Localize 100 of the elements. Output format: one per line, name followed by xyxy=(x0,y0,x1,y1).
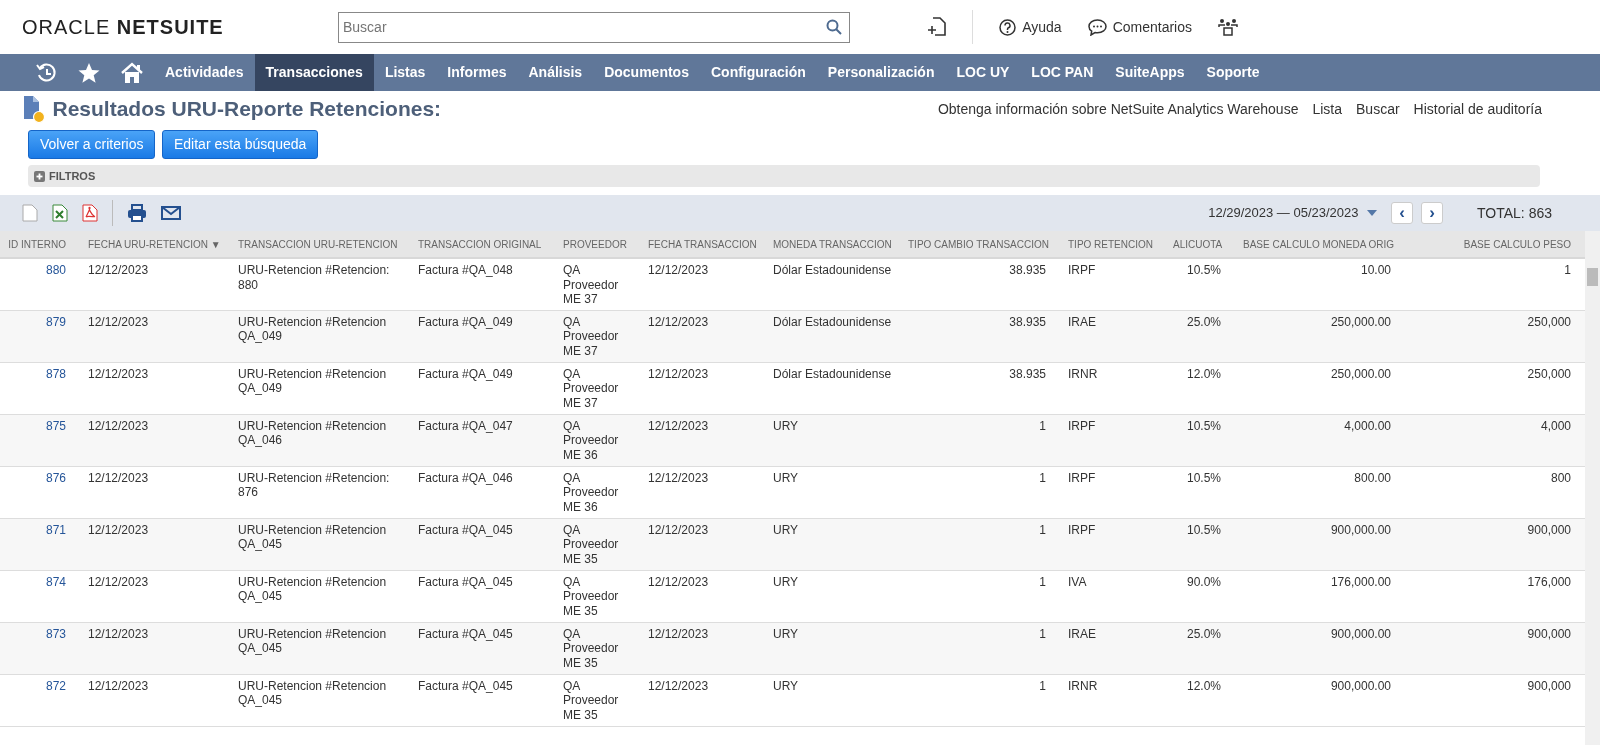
table-cell: URU-Retencion #Retencion QA_045 xyxy=(230,570,410,622)
table-cell: 12/12/2023 xyxy=(80,674,230,726)
nav-tab[interactable]: Personalización xyxy=(816,54,946,91)
people-icon[interactable] xyxy=(1218,18,1238,36)
table-cell: Dólar Estadounidense xyxy=(765,310,900,362)
help-link[interactable]: Ayuda xyxy=(999,16,1062,38)
column-header[interactable]: TIPO CAMBIO TRANSACCION xyxy=(900,231,1060,258)
table-cell: 12/12/2023 xyxy=(640,258,765,310)
nav-tab[interactable]: Listas xyxy=(373,54,437,91)
id-link[interactable]: 871 xyxy=(45,522,66,537)
nav-tab[interactable]: Configuración xyxy=(699,54,817,91)
column-header[interactable]: FECHA TRANSACCION xyxy=(640,231,765,258)
nav-tab[interactable]: LOC UY xyxy=(945,54,1021,91)
table-cell: 1 xyxy=(900,622,1060,674)
search-icon[interactable] xyxy=(826,18,842,35)
id-link[interactable]: 872 xyxy=(45,678,66,693)
table-cell: QA Proveedor ME 35 xyxy=(555,570,640,622)
column-header[interactable]: TRANSACCION URU-RETENCION xyxy=(230,231,410,258)
scrollbar[interactable] xyxy=(1585,231,1600,745)
nav-tab[interactable]: Soporte xyxy=(1195,54,1271,91)
previous-page-button[interactable]: ‹ xyxy=(1391,202,1414,224)
table-cell: 1 xyxy=(900,518,1060,570)
table-cell: 12/12/2023 xyxy=(80,310,230,362)
id-link[interactable]: 875 xyxy=(45,418,66,433)
total-count: TOTAL: 863 xyxy=(1477,203,1552,223)
column-header[interactable]: PROVEEDOR xyxy=(555,231,640,258)
id-link[interactable]: 874 xyxy=(45,574,66,589)
nav-tab[interactable]: LOC PAN xyxy=(1020,54,1105,91)
column-header[interactable]: MONEDA TRANSACCION xyxy=(765,231,900,258)
column-header[interactable]: TRANSACCION ORIGINAL xyxy=(410,231,555,258)
table-cell: 12/12/2023 xyxy=(80,570,230,622)
nav-tab[interactable]: Análisis xyxy=(517,54,594,91)
nav-tab[interactable]: Actividades xyxy=(154,54,255,91)
table-cell: 176,000.00 xyxy=(1235,570,1405,622)
nav-tab[interactable]: Informes xyxy=(436,54,518,91)
caret-icon[interactable] xyxy=(1366,210,1377,216)
table-cell: 1 xyxy=(900,466,1060,518)
create-document-icon[interactable] xyxy=(928,17,947,37)
printer-icon[interactable] xyxy=(127,204,147,222)
nav-tab[interactable]: SuiteApps xyxy=(1104,54,1196,91)
back-to-criteria-button[interactable]: Volver a criterios xyxy=(28,130,156,159)
table-cell: 1 xyxy=(900,570,1060,622)
id-link[interactable]: 879 xyxy=(45,314,66,329)
table-cell: IRAE xyxy=(1060,310,1165,362)
table-cell: 10.5% xyxy=(1165,466,1235,518)
column-header[interactable]: TIPO RETENCION xyxy=(1060,231,1165,258)
star-icon[interactable] xyxy=(78,61,100,84)
table-cell: URY xyxy=(765,674,900,726)
feedback-link[interactable]: Comentarios xyxy=(1087,16,1192,38)
table-cell: 4,000 xyxy=(1405,414,1585,466)
table-cell: URU-Retencion #Retencion: 876 xyxy=(230,466,410,518)
table-cell: Factura #QA_045 xyxy=(410,622,555,674)
column-header[interactable]: FECHA URU-RETENCION ▼ xyxy=(80,231,230,258)
column-header[interactable]: ALICUOTA xyxy=(1165,231,1235,258)
pdf-icon[interactable] xyxy=(82,204,98,222)
oracle-netsuite-logo[interactable]: ORACLE NETSUITE xyxy=(22,12,338,42)
table-cell: 12/12/2023 xyxy=(640,674,765,726)
recent-history-icon[interactable] xyxy=(36,61,58,84)
table-cell: Dólar Estadounidense xyxy=(765,362,900,414)
table-cell: QA Proveedor ME 36 xyxy=(555,466,640,518)
table-cell: 12/12/2023 xyxy=(80,622,230,674)
table-cell: 12/12/2023 xyxy=(640,466,765,518)
date-range-dropdown[interactable]: 12/29/2023 — 05/23/2023 xyxy=(1208,203,1359,223)
table-cell: 90.0% xyxy=(1165,570,1235,622)
table-cell: Factura #QA_048 xyxy=(410,258,555,310)
next-page-button[interactable]: › xyxy=(1421,202,1444,224)
edit-search-button[interactable]: Editar esta búsqueda xyxy=(162,130,319,159)
table-cell: 12/12/2023 xyxy=(80,518,230,570)
page-link[interactable]: Historial de auditoría xyxy=(1413,98,1542,120)
page-link[interactable]: Buscar xyxy=(1356,98,1400,120)
table-cell: 900,000 xyxy=(1405,518,1585,570)
table-cell: 4,000.00 xyxy=(1235,414,1405,466)
id-link[interactable]: 876 xyxy=(45,470,66,485)
home-icon[interactable] xyxy=(120,61,144,84)
id-link[interactable]: 873 xyxy=(45,626,66,641)
table-cell: 38.935 xyxy=(900,310,1060,362)
table-cell: QA Proveedor ME 36 xyxy=(555,414,640,466)
table-cell: URU-Retencion #Retencion QA_049 xyxy=(230,310,410,362)
id-link[interactable]: 878 xyxy=(45,366,66,381)
page-link[interactable]: Lista xyxy=(1312,98,1342,120)
search-field[interactable]: Buscar xyxy=(338,11,850,43)
expand-icon[interactable] xyxy=(34,170,45,182)
table-cell: IRAE xyxy=(1060,622,1165,674)
id-link[interactable]: 880 xyxy=(45,263,66,277)
column-header[interactable]: BASE CALCULO PESO xyxy=(1405,231,1585,258)
table-cell: URU-Retencion #Retencion: 880 xyxy=(230,258,410,310)
email-icon[interactable] xyxy=(161,206,181,220)
column-header[interactable]: ID INTERNO xyxy=(0,231,80,258)
table-cell: 25.0% xyxy=(1165,622,1235,674)
table-cell: URU-Retencion #Retencion QA_046 xyxy=(230,414,410,466)
spreadsheet-icon[interactable] xyxy=(52,204,68,222)
page-link[interactable]: Obtenga información sobre NetSuite Analytics Warehouse xyxy=(937,98,1299,120)
nav-tab[interactable]: Documentos xyxy=(593,54,700,91)
column-header[interactable]: BASE CALCULO MONEDA ORIG xyxy=(1235,231,1405,258)
nav-tab[interactable]: Transacciones xyxy=(254,54,374,91)
table-cell: 250,000 xyxy=(1405,310,1585,362)
table-cell: 12/12/2023 xyxy=(640,414,765,466)
filters-bar[interactable]: FILTROS xyxy=(28,165,1540,187)
speech-bubble-icon xyxy=(1087,18,1107,36)
table-cell: IRPF xyxy=(1060,414,1165,466)
